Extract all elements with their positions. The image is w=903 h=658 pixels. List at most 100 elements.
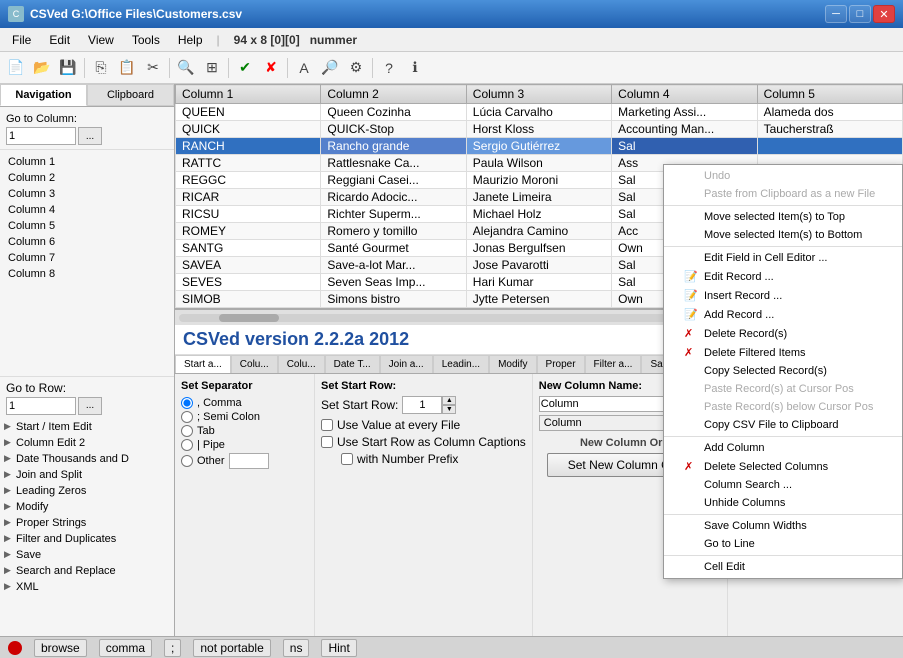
goto-col-input[interactable]	[6, 127, 76, 145]
new-icon[interactable]: 📄	[4, 56, 28, 80]
ctx-delete-record[interactable]: ✗Delete Record(s)	[664, 324, 902, 343]
sep-pipe[interactable]: | Pipe	[181, 438, 308, 452]
col-item-2[interactable]: Column 2	[0, 170, 174, 186]
save-icon[interactable]: 💾	[56, 56, 80, 80]
nav-search-replace[interactable]: ▶Search and Replace	[0, 563, 174, 579]
sep-tab[interactable]: Tab	[181, 424, 308, 438]
help-icon[interactable]: ?	[377, 56, 401, 80]
nav-save[interactable]: ▶Save	[0, 547, 174, 563]
tab-filter[interactable]: Filter a...	[585, 355, 642, 373]
nav-proper-strings[interactable]: ▶Proper Strings	[0, 515, 174, 531]
col-item-5[interactable]: Column 5	[0, 218, 174, 234]
tab-col2[interactable]: Colu...	[278, 355, 325, 373]
ctx-move-top[interactable]: Move selected Item(s) to Top	[664, 208, 902, 226]
maximize-button[interactable]: □	[849, 5, 871, 23]
tab-clipboard[interactable]: Clipboard	[87, 84, 174, 106]
ctx-add-record[interactable]: 📝Add Record ...	[664, 305, 902, 324]
font-icon[interactable]: A	[292, 56, 316, 80]
col-item-3[interactable]: Column 3	[0, 186, 174, 202]
ctx-goto-line[interactable]: Go to Line	[664, 535, 902, 553]
filter-icon[interactable]: ⊞	[200, 56, 224, 80]
goto-col-button[interactable]: ...	[78, 127, 102, 145]
ctx-delete-columns[interactable]: ✗Delete Selected Columns	[664, 457, 902, 476]
zoom-icon[interactable]: 🔎	[318, 56, 342, 80]
sep-other-input[interactable]	[229, 453, 269, 469]
paste-icon[interactable]: 📋	[115, 56, 139, 80]
ctx-add-column[interactable]: Add Column	[664, 439, 902, 457]
nav-date-thousands[interactable]: ▶Date Thousands and D	[0, 451, 174, 467]
copy-icon[interactable]: ⎘	[89, 56, 113, 80]
col-item-1[interactable]: Column 1	[0, 154, 174, 170]
ctx-column-search[interactable]: Column Search ...	[664, 476, 902, 494]
ctx-save-widths[interactable]: Save Column Widths	[664, 517, 902, 535]
col-header-3[interactable]: Column 3	[466, 85, 611, 104]
cross-icon[interactable]: ✘	[259, 56, 283, 80]
ctx-edit-field[interactable]: Edit Field in Cell Editor ...	[664, 249, 902, 267]
nav-modify[interactable]: ▶Modify	[0, 499, 174, 515]
open-icon[interactable]: 📂	[30, 56, 54, 80]
nav-column-edit-2[interactable]: ▶Column Edit 2	[0, 435, 174, 451]
col-item-8[interactable]: Column 8	[0, 266, 174, 282]
ctx-delete-filtered[interactable]: ✗Delete Filtered Items	[664, 343, 902, 362]
tab-navigation[interactable]: Navigation	[0, 84, 87, 106]
sep-other[interactable]: Other	[181, 452, 308, 470]
col-header-4[interactable]: Column 4	[612, 85, 757, 104]
tab-col1[interactable]: Colu...	[231, 355, 278, 373]
column-select[interactable]: Column	[539, 415, 678, 431]
menu-tools[interactable]: Tools	[124, 31, 168, 49]
ctx-paste-cursor[interactable]: Paste Record(s) at Cursor Pos	[664, 380, 902, 398]
col-header-2[interactable]: Column 2	[321, 85, 466, 104]
tab-date[interactable]: Date T...	[325, 355, 380, 373]
tab-proper[interactable]: Proper	[537, 355, 585, 373]
ctx-copy-csv[interactable]: Copy CSV File to Clipboard	[664, 416, 902, 434]
ctx-cell-edit[interactable]: Cell Edit	[664, 558, 902, 576]
ctx-paste-clipboard[interactable]: Paste from Clipboard as a new File	[664, 185, 902, 203]
table-row-selected[interactable]: RANCHRancho grandeSergio GutiérrezSal	[176, 138, 903, 155]
start-row-input[interactable]	[402, 396, 442, 414]
cut-icon[interactable]: ✂	[141, 56, 165, 80]
nav-start-item-edit[interactable]: ▶Start / Item Edit	[0, 419, 174, 435]
nav-filter-duplicates[interactable]: ▶Filter and Duplicates	[0, 531, 174, 547]
tab-modify[interactable]: Modify	[489, 355, 536, 373]
spin-up[interactable]: ▲	[442, 396, 456, 405]
tab-start[interactable]: Start a...	[175, 355, 231, 373]
goto-row-input[interactable]	[6, 397, 76, 415]
ctx-unhide-columns[interactable]: Unhide Columns	[664, 494, 902, 512]
search-icon[interactable]: 🔍	[174, 56, 198, 80]
col-item-6[interactable]: Column 6	[0, 234, 174, 250]
menu-edit[interactable]: Edit	[41, 31, 78, 49]
tab-join[interactable]: Join a...	[380, 355, 433, 373]
menu-help[interactable]: Help	[170, 31, 211, 49]
sep-semicolon[interactable]: ; Semi Colon	[181, 410, 308, 424]
spin-down[interactable]: ▼	[442, 405, 456, 414]
goto-row-button[interactable]: ...	[78, 397, 102, 415]
col-item-4[interactable]: Column 4	[0, 202, 174, 218]
minimize-button[interactable]: ─	[825, 5, 847, 23]
settings-icon[interactable]: ⚙	[344, 56, 368, 80]
ctx-copy-selected[interactable]: Copy Selected Record(s)	[664, 362, 902, 380]
ctx-insert-record[interactable]: 📝Insert Record ...	[664, 286, 902, 305]
nav-join-split[interactable]: ▶Join and Split	[0, 467, 174, 483]
ctx-paste-below[interactable]: Paste Record(s) below Cursor Pos	[664, 398, 902, 416]
nav-leading-zeros[interactable]: ▶Leading Zeros	[0, 483, 174, 499]
menu-view[interactable]: View	[80, 31, 122, 49]
nav-xml[interactable]: ▶XML	[0, 579, 174, 595]
col-header-5[interactable]: Column 5	[757, 85, 902, 104]
tab-leading[interactable]: Leadin...	[433, 355, 489, 373]
close-button[interactable]: ✕	[873, 5, 895, 23]
use-value-every-file[interactable]	[321, 419, 333, 431]
ctx-edit-record[interactable]: 📝Edit Record ...	[664, 267, 902, 286]
with-number-prefix[interactable]	[341, 453, 353, 465]
table-row[interactable]: QUEENQueen CozinhaLúcia CarvalhoMarketin…	[176, 104, 903, 121]
col-item-7[interactable]: Column 7	[0, 250, 174, 266]
info-icon[interactable]: ℹ	[403, 56, 427, 80]
check-icon[interactable]: ✔	[233, 56, 257, 80]
sep-comma[interactable]: , Comma	[181, 396, 308, 410]
ctx-move-bottom[interactable]: Move selected Item(s) to Bottom	[664, 226, 902, 244]
set-separator-panel: Set Separator , Comma ; Semi Colon Tab |…	[175, 374, 315, 636]
use-start-row-captions[interactable]	[321, 436, 333, 448]
col-header-1[interactable]: Column 1	[176, 85, 321, 104]
table-row[interactable]: QUICKQUICK-StopHorst KlossAccounting Man…	[176, 121, 903, 138]
ctx-undo[interactable]: Undo	[664, 167, 902, 185]
menu-file[interactable]: File	[4, 31, 39, 49]
